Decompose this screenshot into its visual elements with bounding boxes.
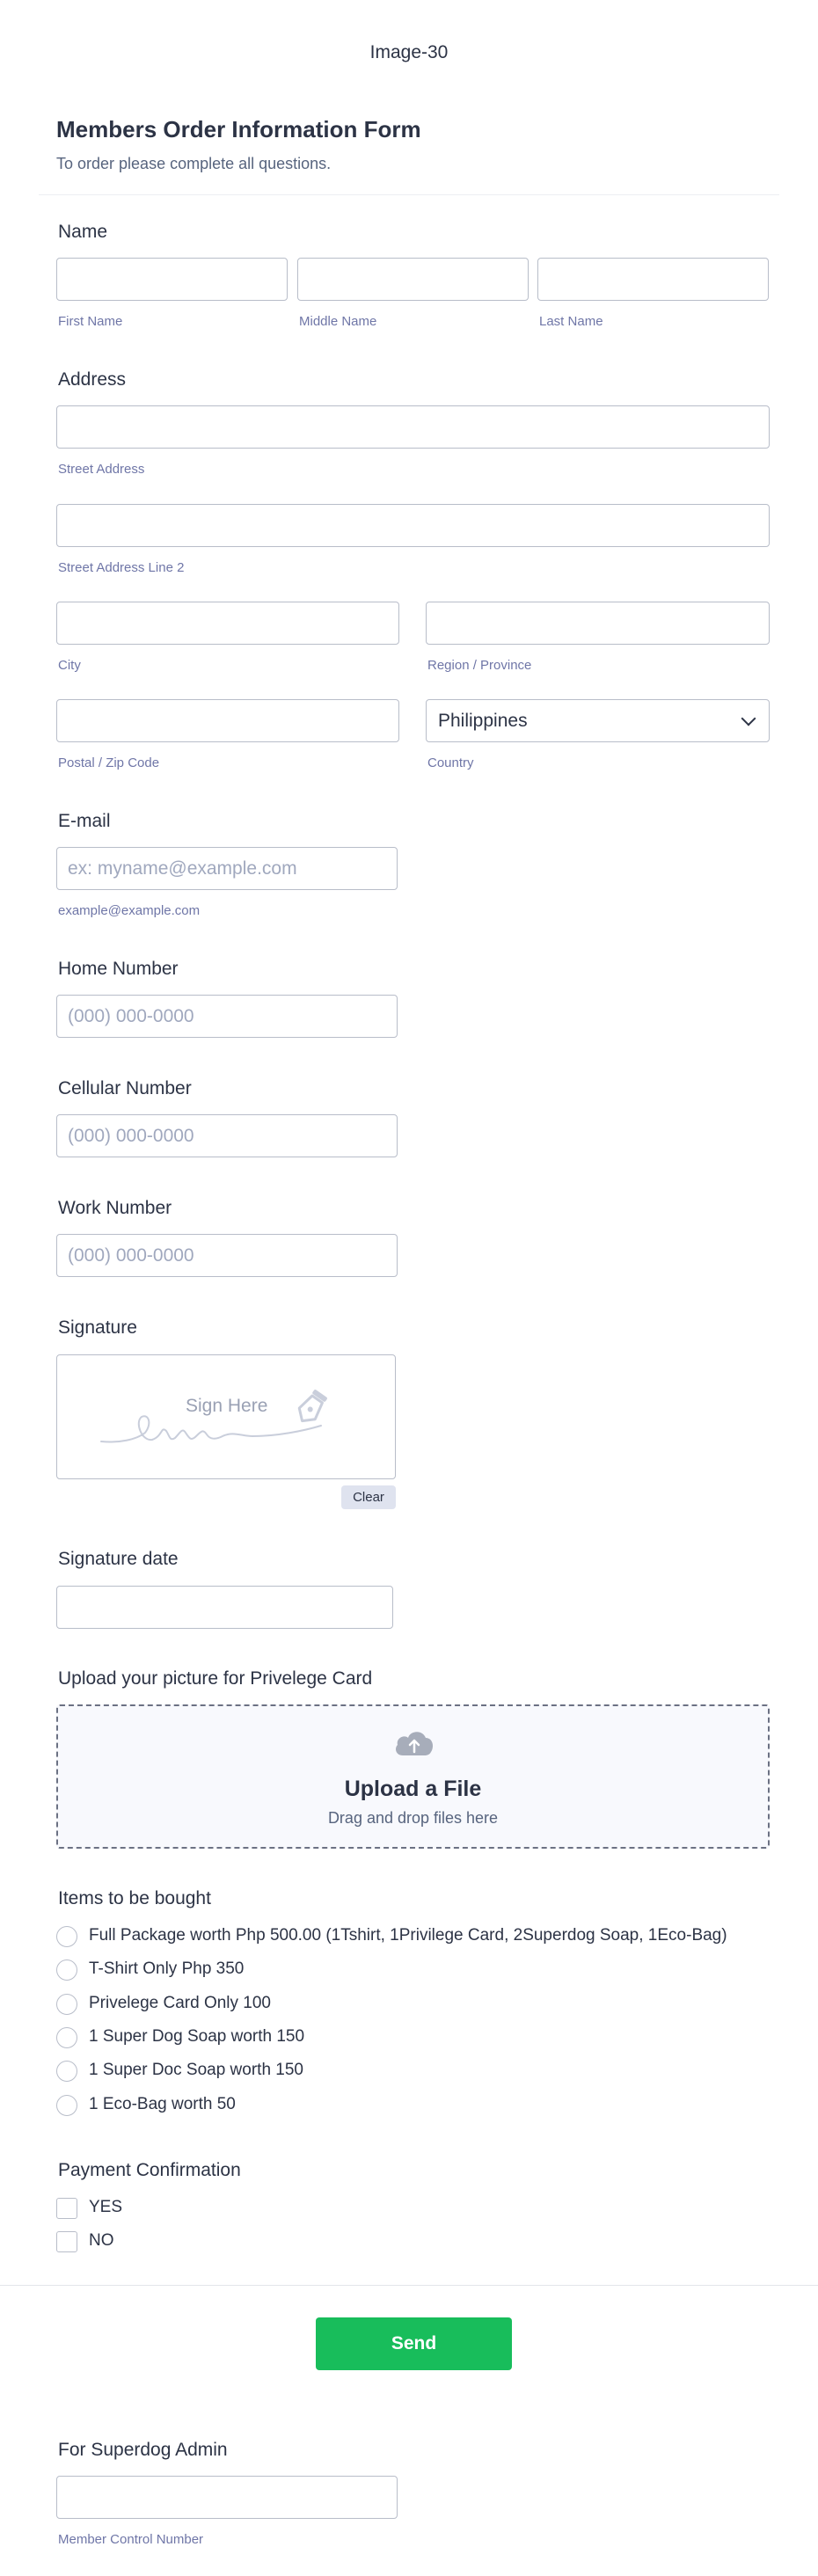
items-label: Items to be bought: [58, 1888, 211, 1908]
home-number-placeholder: (000) 000-0000: [68, 1005, 194, 1026]
signature-pad[interactable]: Sign Here: [56, 1354, 396, 1479]
middle-name-input[interactable]: [297, 258, 529, 301]
street-address-line2-input[interactable]: [56, 504, 770, 547]
city-sublabel: City: [58, 658, 81, 673]
upload-label: Upload your picture for Privelege Card: [58, 1668, 373, 1689]
payment-option-no[interactable]: NO: [89, 2231, 114, 2251]
work-number-placeholder: (000) 000-0000: [68, 1244, 194, 1266]
signature-date-label: Signature date: [58, 1549, 179, 1569]
member-control-number-sublabel: Member Control Number: [58, 2532, 204, 2547]
first-name-sublabel: First Name: [58, 314, 123, 329]
home-number-label: Home Number: [58, 959, 179, 979]
work-number-input[interactable]: (000) 000-0000: [56, 1234, 398, 1277]
street-address-sublabel: Street Address: [58, 462, 145, 477]
cellular-number-input[interactable]: (000) 000-0000: [56, 1114, 398, 1157]
country-sublabel: Country: [427, 755, 474, 770]
last-name-input[interactable]: [537, 258, 769, 301]
postal-code-sublabel: Postal / Zip Code: [58, 755, 160, 770]
signature-date-input[interactable]: [56, 1586, 393, 1629]
cloud-upload-icon: [396, 1732, 433, 1755]
form-title: Members Order Information Form: [56, 116, 421, 142]
item-option-0[interactable]: Full Package worth Php 500.00 (1Tshirt, …: [89, 1926, 727, 1945]
address-label: Address: [58, 369, 127, 390]
form-subtitle: To order please complete all questions.: [56, 155, 332, 172]
divider: [39, 194, 779, 195]
item-option-3[interactable]: 1 Super Dog Soap worth 150: [89, 2027, 304, 2047]
work-number-label: Work Number: [58, 1198, 172, 1218]
send-button[interactable]: Send: [316, 2317, 512, 2370]
item-option-5[interactable]: 1 Eco-Bag worth 50: [89, 2095, 236, 2114]
region-sublabel: Region / Province: [427, 658, 532, 673]
middle-name-sublabel: Middle Name: [299, 314, 377, 329]
upload-title: Upload a File: [344, 1777, 482, 1801]
header-image: Image-30: [369, 42, 449, 62]
email-input[interactable]: ex: myname@example.com: [56, 847, 398, 890]
admin-label: For Superdog Admin: [58, 2440, 228, 2460]
street-address-input[interactable]: [56, 405, 770, 449]
first-name-input[interactable]: [56, 258, 288, 301]
last-name-sublabel: Last Name: [539, 314, 603, 329]
name-label: Name: [58, 222, 108, 242]
payment-checkbox-yes[interactable]: [56, 2198, 77, 2219]
divider: [0, 2285, 818, 2286]
member-control-number-input[interactable]: [56, 2476, 398, 2519]
email-placeholder: ex: myname@example.com: [68, 857, 297, 879]
chevron-down-icon: [741, 711, 756, 726]
item-option-1[interactable]: T-Shirt Only Php 350: [89, 1959, 244, 1979]
item-radio-4[interactable]: [56, 2061, 77, 2082]
upload-subtitle: Drag and drop files here: [327, 1809, 499, 1827]
item-radio-1[interactable]: [56, 1959, 77, 1981]
item-radio-5[interactable]: [56, 2095, 77, 2116]
signature-scribble-icon: [100, 1390, 327, 1443]
cellular-number-placeholder: (000) 000-0000: [68, 1125, 194, 1146]
signature-label: Signature: [58, 1317, 137, 1338]
sign-here-text: Sign Here: [186, 1396, 268, 1416]
item-radio-2[interactable]: [56, 1994, 77, 2015]
street-address-line2-sublabel: Street Address Line 2: [58, 560, 185, 575]
item-radio-0[interactable]: [56, 1926, 77, 1947]
payment-option-yes[interactable]: YES: [89, 2198, 122, 2217]
country-select[interactable]: Philippines: [426, 699, 770, 742]
postal-code-input[interactable]: [56, 699, 399, 742]
payment-checkbox-no[interactable]: [56, 2231, 77, 2252]
item-radio-3[interactable]: [56, 2027, 77, 2048]
cellular-number-label: Cellular Number: [58, 1078, 192, 1098]
email-sublabel: example@example.com: [58, 903, 201, 918]
payment-label: Payment Confirmation: [58, 2160, 241, 2180]
region-input[interactable]: [426, 602, 770, 645]
home-number-input[interactable]: (000) 000-0000: [56, 995, 398, 1038]
item-option-4[interactable]: 1 Super Doc Soap worth 150: [89, 2061, 303, 2080]
clear-signature-button[interactable]: Clear: [341, 1485, 396, 1509]
upload-dropzone[interactable]: Upload a File Drag and drop files here: [56, 1704, 770, 1849]
country-select-value: Philippines: [438, 710, 528, 731]
email-label: E-mail: [58, 811, 111, 831]
item-option-2[interactable]: Privelege Card Only 100: [89, 1994, 271, 2013]
city-input[interactable]: [56, 602, 399, 645]
